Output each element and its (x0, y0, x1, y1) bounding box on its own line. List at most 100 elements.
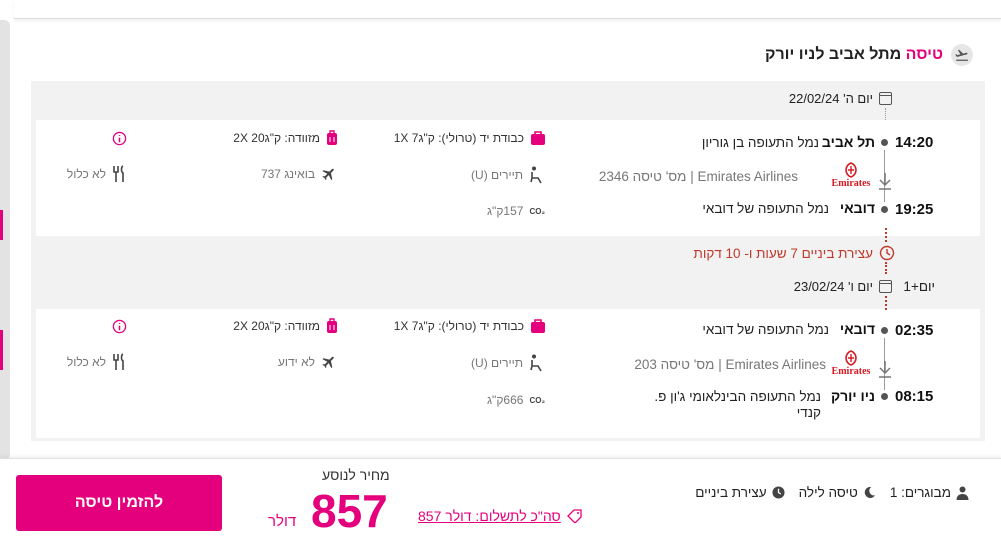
stopover-info: עצירת ביניים 7 שעות ו- 10 דקות (694, 245, 895, 261)
scrollbar[interactable] (0, 20, 10, 460)
leg1-date-text: יום ה' 22/02/24 (788, 91, 873, 106)
leg2-carry-on-text: כבודת יד (טרולי): ק"ג7 1X (393, 319, 524, 333)
leg2-arrival-airport-line1: נמל התעופה הבינלאומי ג'ון פ. (654, 389, 821, 404)
emirates-logo: Emirates (830, 350, 872, 377)
moon-icon (864, 486, 875, 498)
price-label: מחיר לנוסע (322, 467, 390, 483)
stopover-badge: עצירת ביניים (695, 485, 785, 500)
leg1-aircraft: בואינג 737 (261, 166, 337, 182)
leg2-luggage: מזוודה: ק"ג20 2X (233, 318, 338, 334)
leg1-luggage: מזוודה: ק"ג20 2X (233, 130, 338, 146)
price-currency: דולר (268, 513, 297, 530)
user-icon (956, 486, 969, 500)
leg2-seat-class: תיירים (U) (471, 354, 545, 372)
leg2-arrival-city: ניו יורק (830, 388, 875, 404)
leg2-seat-text: תיירים (U) (471, 356, 523, 370)
leg2-luggage-text: מזוודה: ק"ג20 2X (233, 319, 320, 333)
leg2-departure-airport: נמל התעופה של דובאי (702, 322, 829, 337)
carry-on-bag-icon (531, 319, 545, 333)
cutlery-icon (113, 165, 124, 182)
co2-icon: CO₂ (529, 206, 545, 216)
emirates-logo-text: Emirates (831, 178, 871, 189)
title-highlight: טיסה (905, 46, 943, 63)
stopover-connector (885, 262, 887, 274)
leg1-arrival-city: דובאי (839, 200, 875, 216)
leg2-departure-time: 02:35 (895, 322, 934, 339)
side-accent (0, 330, 3, 370)
leg1-carry-on-text: כבודת יד (טרולי): ק"ג7 1X (393, 131, 524, 145)
total-price-text: סה"כ לתשלום: דולר 857 (418, 508, 561, 524)
leg2-date: יום ו' 23/02/24 (794, 279, 892, 294)
timeline-dot (881, 206, 888, 213)
airplane-icon (322, 168, 334, 181)
leg2-aircraft-text: לא ידוע (277, 355, 315, 369)
stopover-text: עצירת ביניים (695, 485, 767, 500)
leg2-meal-text: לא כלול (66, 355, 106, 369)
leg2-date-text: יום ו' 23/02/24 (793, 279, 873, 294)
info-icon[interactable] (112, 131, 127, 151)
flight-title: טיסה מתל אביב לניו יורק (765, 44, 973, 66)
passengers-count: מבוגרים: 1 (890, 485, 969, 500)
price-per-passenger: 857 (311, 485, 388, 537)
leg2-carry-on: כבודת יד (טרולי): ק"ג7 1X (394, 318, 546, 334)
carry-on-bag-icon (531, 131, 545, 145)
leg2-aircraft: לא ידוע (278, 354, 337, 370)
leg1-date: יום ה' 22/02/24 (789, 91, 892, 106)
clock-icon (772, 486, 785, 499)
suitcase-icon (327, 318, 337, 333)
timeline-dot (881, 393, 888, 400)
leg1-carry-on: כבודת יד (טרולי): ק"ג7 1X (394, 130, 546, 146)
night-flight-text: טיסה לילה (798, 485, 858, 500)
leg1-seat-text: תיירים (U) (471, 168, 523, 182)
stopover-connector (885, 296, 887, 310)
leg1-arrival-time: 19:25 (895, 201, 934, 218)
passengers-text: מבוגרים: 1 (889, 485, 951, 500)
leg1-seat-class: תיירים (U) (471, 166, 545, 184)
emirates-logo-text: Emirates (831, 366, 871, 377)
info-icon[interactable] (112, 319, 127, 339)
seat-icon (530, 354, 542, 372)
leg2-arrival-airport-line2: קנדי (796, 405, 821, 420)
suitcase-icon (327, 130, 337, 145)
calendar-icon (879, 92, 892, 105)
cutlery-icon (113, 353, 124, 370)
leg2-arrival-airport: נמל התעופה הבינלאומי ג'ון פ. קנדי (654, 389, 821, 421)
flight-summary: מבוגרים: 1 טיסה לילה עצירת ביניים (695, 485, 969, 500)
book-flight-button[interactable]: להזמין טיסה (16, 475, 222, 531)
next-day-indicator: יום+1 (903, 279, 935, 294)
leg1-co2: CO₂ 157ק"ג (487, 204, 545, 218)
leg1-meal-text: לא כלול (66, 167, 106, 181)
night-flight-badge: טיסה לילה (799, 485, 876, 500)
timeline-dot (881, 139, 888, 146)
leg1-meal: לא כלול (67, 165, 128, 183)
leg1-airline-flight-number: Emirates Airlines | מס' טיסה 2346 (598, 169, 798, 184)
leg1-arrival-airport: נמל התעופה של דובאי (702, 201, 829, 216)
leg1-departure-time: 14:20 (895, 134, 934, 151)
leg2-arrival-time: 08:15 (895, 388, 934, 405)
clock-icon (879, 245, 895, 261)
timeline-dot (881, 327, 888, 334)
side-accent (0, 210, 3, 240)
price-tag-icon (566, 509, 582, 523)
leg1-departure-city: תל אביב (821, 134, 875, 150)
seat-icon (530, 166, 542, 184)
airplane-icon (322, 356, 334, 369)
top-bar (14, 0, 1001, 19)
plane-departure-icon (951, 44, 973, 66)
page-title: מתל אביב לניו יורק (764, 46, 902, 63)
calendar-icon (879, 280, 892, 293)
leg2-co2: CO₂ 666ק"ג (487, 393, 545, 407)
timeline-connector (885, 108, 886, 120)
leg1-departure-airport: נמל התעופה בן גוריון (701, 135, 819, 150)
leg1-aircraft-text: בואינג 737 (260, 167, 315, 181)
stopover-duration-text: עצירת ביניים 7 שעות ו- 10 דקות (693, 245, 873, 261)
plane-down-icon (879, 173, 891, 190)
emirates-logo: Emirates (830, 162, 872, 189)
leg2-airline-flight-number: Emirates Airlines | מס' טיסה 203 (634, 357, 826, 372)
plane-down-icon (879, 361, 891, 378)
total-price-link[interactable]: סה"כ לתשלום: דולר 857 (418, 508, 583, 524)
co2-icon: CO₂ (529, 395, 545, 405)
leg1-co2-text: 157ק"ג (486, 204, 524, 218)
leg2-departure-city: דובאי (839, 321, 875, 337)
leg1-luggage-text: מזוודה: ק"ג20 2X (233, 131, 320, 145)
